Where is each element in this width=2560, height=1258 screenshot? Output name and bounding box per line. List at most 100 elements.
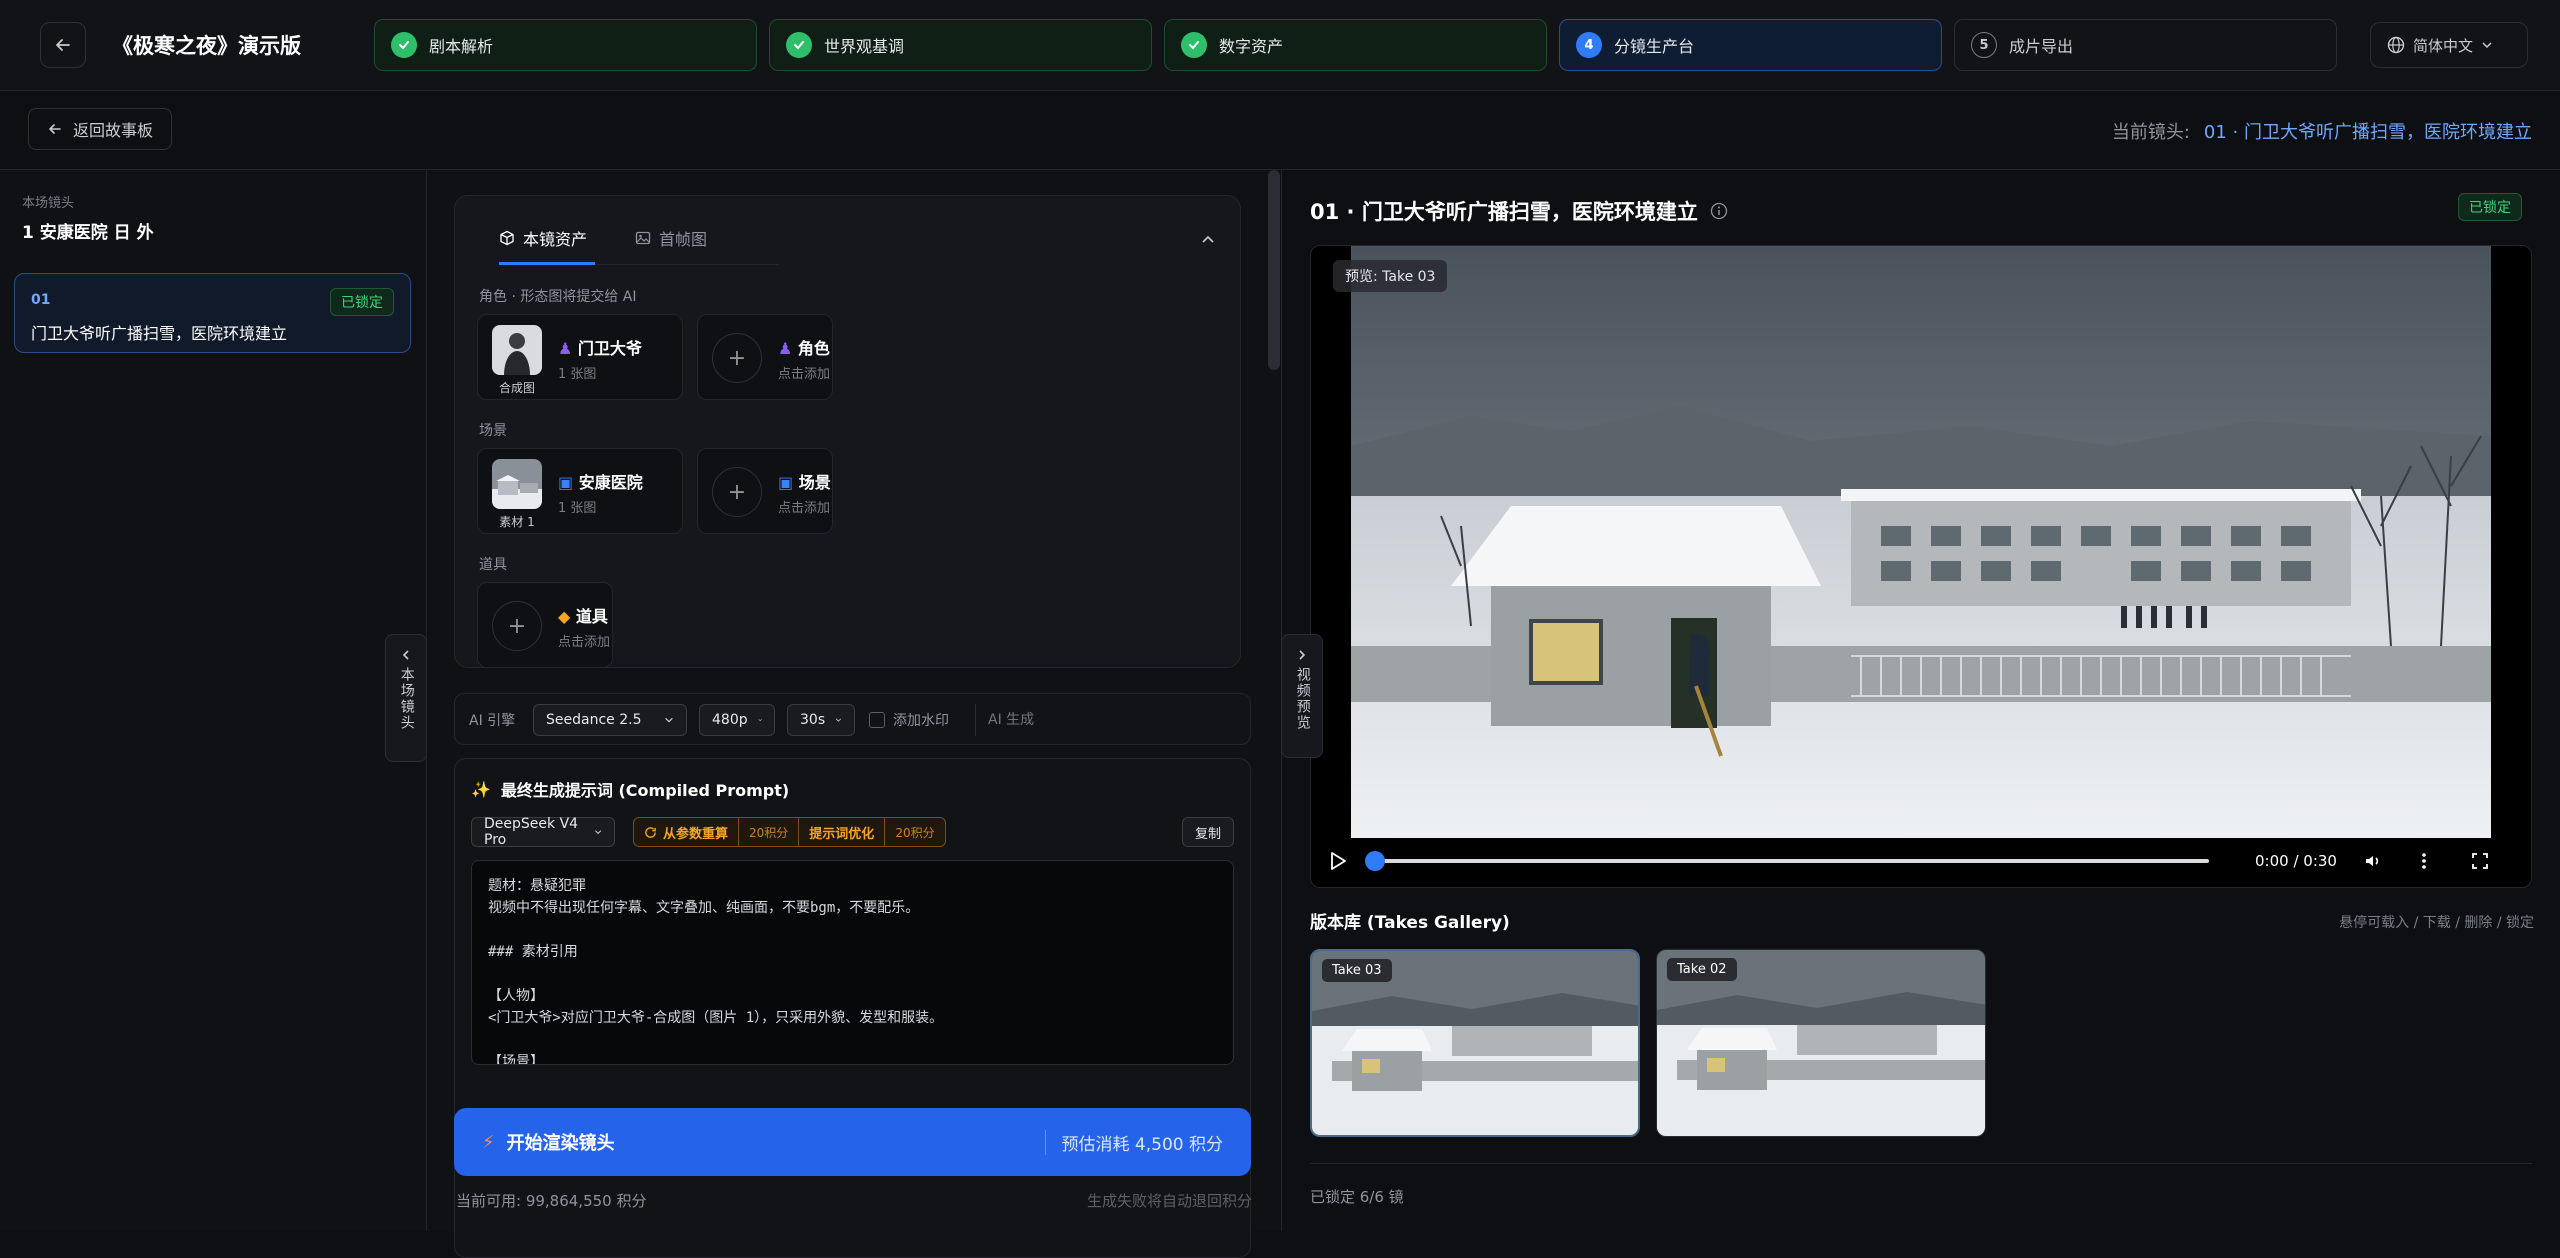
info-icon[interactable] <box>1710 202 1728 220</box>
chevron-down-icon <box>594 830 601 835</box>
take-thumbnail-03[interactable]: Take 03 <box>1310 949 1640 1137</box>
collapse-tab-label: 本场镜头 <box>398 667 415 731</box>
video-controls: 0:00 / 0:30 <box>1311 835 2531 887</box>
gallery-hint: 悬停可载入 / 下载 / 删除 / 锁定 <box>2339 915 2534 931</box>
check-icon <box>786 32 812 58</box>
tab-shot-assets[interactable]: 本镜资产 <box>499 226 587 250</box>
collapse-shot-list-tab[interactable]: 本场镜头 <box>385 634 427 762</box>
scene-name: 1 安康医院 日 外 <box>22 223 154 243</box>
step-digital-assets[interactable]: 数字资产 <box>1164 19 1547 71</box>
more-vertical-icon[interactable] <box>2421 851 2427 871</box>
chevron-left-icon <box>402 650 409 660</box>
tab-active-indicator <box>499 262 595 265</box>
role-card-doorman[interactable]: 合成图 ♟ 门卫大爷 1 张图 <box>477 314 683 400</box>
chevron-down-icon <box>2482 42 2492 49</box>
shot-title: 门卫大爷听广播扫雪，医院环境建立 <box>31 324 288 343</box>
arrow-left-icon <box>48 124 61 134</box>
add-prop-card[interactable]: + ◆ 道具 点击添加 <box>477 582 613 668</box>
volume-icon[interactable] <box>2363 851 2383 871</box>
globe-icon <box>2387 36 2405 54</box>
preview-panel: 01 · 门卫大爷听广播扫雪，医院环境建立 已锁定 预览: Take 03 0:… <box>1281 170 2560 1231</box>
engine-label: AI 引擎 <box>469 713 516 729</box>
prompt-title: ✨ 最终生成提示词 (Compiled Prompt) <box>471 779 790 801</box>
scene-card-hospital[interactable]: 素材 1 ▣ 安康医院 1 张图 <box>477 448 683 534</box>
model-select[interactable]: Seedance 2.5 <box>533 704 687 736</box>
person-icon: ♟ <box>778 339 798 358</box>
chevron-up-icon[interactable] <box>1200 232 1216 248</box>
asset-count: 1 张图 <box>558 501 597 516</box>
locked-count: 已锁定 6/6 镜 <box>1310 1163 2532 1207</box>
progress-track[interactable] <box>1365 851 2209 871</box>
checkbox-box <box>869 712 885 728</box>
prompt-actions: 从参数重算 20积分 提示词优化 20积分 <box>633 817 946 847</box>
step-storyboard-studio[interactable]: 4 分镜生产台 <box>1559 19 1942 71</box>
tab-label: 本镜资产 <box>523 230 588 249</box>
fullscreen-icon[interactable] <box>2471 852 2489 870</box>
add-hint: 点击添加 <box>558 635 611 650</box>
ai-generate-input[interactable] <box>975 704 1241 736</box>
back-to-storyboard-button[interactable]: 返回故事板 <box>28 108 173 150</box>
plus-icon: + <box>712 333 762 383</box>
video-player[interactable]: 预览: Take 03 0:00 / 0:30 <box>1310 245 2532 888</box>
copy-button[interactable]: 复制 <box>1181 817 1234 847</box>
add-scene-card[interactable]: + ▣ 场景 点击添加 <box>697 448 833 534</box>
start-render-button[interactable]: ⚡ 开始渲染镜头 预估消耗 4,500 积分 <box>454 1108 1251 1176</box>
engine-bar: AI 引擎 Seedance 2.5 480p 30s 添加水印 <box>454 693 1251 745</box>
plus-icon: + <box>712 467 762 517</box>
collapse-preview-tab[interactable]: 视频预览 <box>1281 634 1323 758</box>
sparkle-icon: ✨ <box>471 779 491 799</box>
hospital-thumbnail <box>492 459 542 509</box>
duration-select[interactable]: 30s <box>787 704 855 736</box>
middle-scrollbar[interactable] <box>1268 170 1280 370</box>
person-icon: ♟ <box>558 339 578 358</box>
asset-name: ♟ 角色 <box>778 339 830 358</box>
optimize-button[interactable]: 提示词优化 <box>799 818 886 846</box>
asset-name: ▣ 安康医院 <box>558 473 643 492</box>
image-icon <box>635 231 651 245</box>
resolution-select[interactable]: 480p <box>699 704 775 736</box>
llm-select[interactable]: DeepSeek V4 Pro <box>471 816 615 848</box>
recompute-button[interactable]: 从参数重算 <box>634 818 740 846</box>
shot-card[interactable]: 01 已锁定 门卫大爷听广播扫雪，医院环境建立 <box>14 273 411 353</box>
language-select[interactable]: 简体中文 <box>2370 22 2528 68</box>
arrow-left-icon <box>56 39 70 51</box>
scene-caption: 场景 <box>479 423 507 439</box>
thumbnail-caption: 合成图 <box>498 381 535 395</box>
watermark-checkbox[interactable]: 添加水印 <box>869 710 949 730</box>
add-hint: 点击添加 <box>778 367 831 382</box>
take-thumbnail-02[interactable]: Take 02 <box>1656 949 1986 1137</box>
step-label: 分镜生产台 <box>1614 37 1695 56</box>
status-badge: 已锁定 <box>330 288 394 316</box>
landscape-icon: ▣ <box>558 473 579 492</box>
doorman-thumbnail <box>492 325 542 375</box>
step-label: 数字资产 <box>1219 37 1284 56</box>
status-badge: 已锁定 <box>2458 193 2522 221</box>
chevron-down-icon <box>758 719 762 722</box>
sub-bar: 返回故事板 当前镜头: 01 · 门卫大爷听广播扫雪，医院环境建立 <box>0 91 2560 170</box>
add-role-card[interactable]: + ♟ 角色 点击添加 <box>697 314 833 400</box>
step-worldview[interactable]: 世界观基调 <box>769 19 1152 71</box>
scene-caption: 本场镜头 <box>22 196 75 211</box>
asset-count: 1 张图 <box>558 367 597 382</box>
role-caption: 角色 · 形态图将提交给 AI <box>479 289 637 305</box>
preview-title: 01 · 门卫大爷听广播扫雪，医院环境建立 <box>1310 196 1728 226</box>
cube-icon <box>500 230 514 246</box>
project-title: 《极寒之夜》演示版 <box>112 34 301 58</box>
take-tag: Take 02 <box>1667 958 1737 981</box>
thumbnail-caption: 素材 1 <box>499 515 535 529</box>
play-icon[interactable] <box>1329 851 1347 871</box>
chevron-down-icon <box>835 718 842 722</box>
preview-tag: 预览: Take 03 <box>1333 260 1448 292</box>
step-export[interactable]: 5 成片导出 <box>1954 19 2337 71</box>
back-button[interactable] <box>40 22 86 68</box>
landscape-icon: ▣ <box>778 473 799 492</box>
gallery-title: 版本库 (Takes Gallery) <box>1310 913 1510 933</box>
back-label: 返回故事板 <box>73 121 154 140</box>
tab-first-frame[interactable]: 首帧图 <box>635 226 707 250</box>
shot-number: 01 <box>31 292 51 308</box>
shot-assets-box: 本镜资产 首帧图 角色 · 形态图将提交给 AI 合成图 ♟ 门卫大爷 1 张图… <box>454 195 1241 668</box>
step-script-analysis[interactable]: 剧本解析 <box>374 19 757 71</box>
plus-icon: + <box>492 601 542 651</box>
prompt-textarea[interactable]: 题材：悬疑犯罪 视频中不得出现任何字幕、文字叠加、纯画面，不要bgm，不要配乐。… <box>471 860 1234 1065</box>
prop-caption: 道具 <box>479 557 507 573</box>
